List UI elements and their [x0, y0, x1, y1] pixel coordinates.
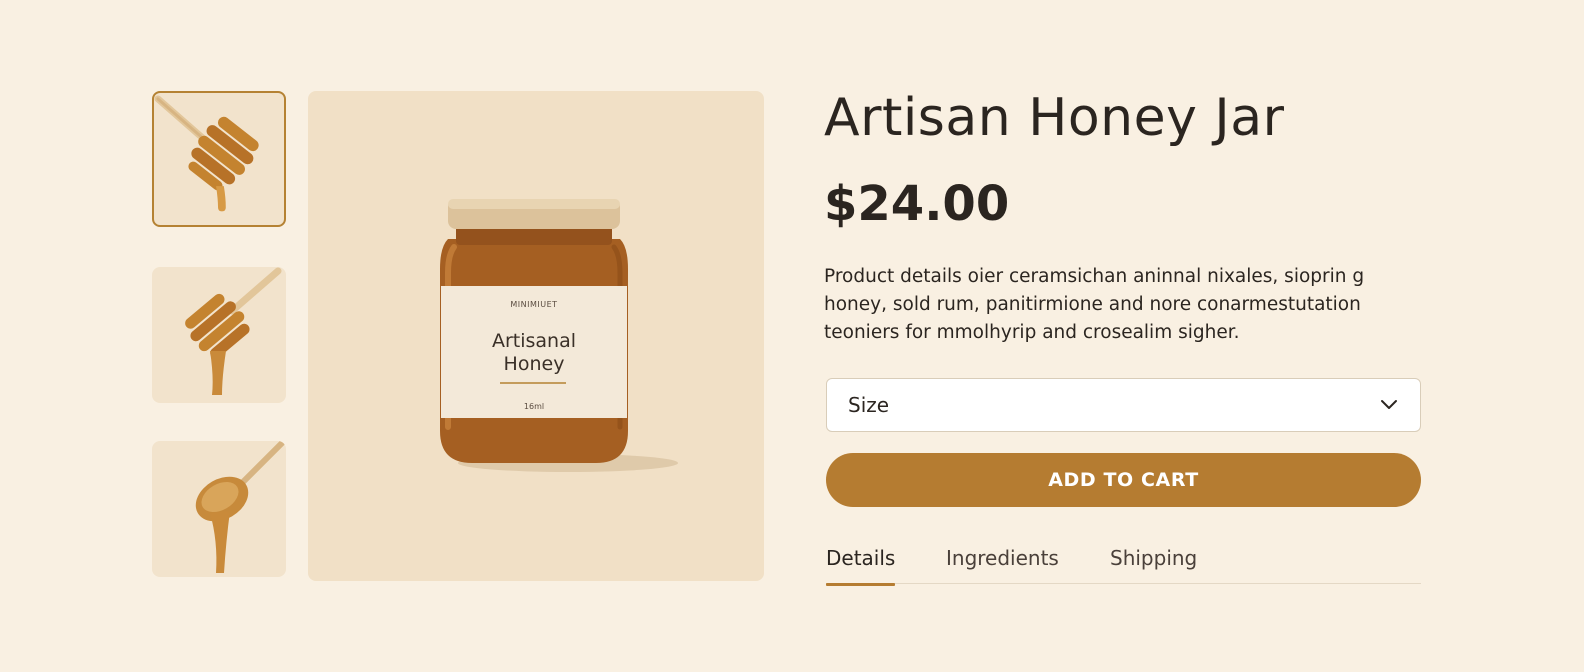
thumbnail-honey-spoon[interactable] — [152, 441, 286, 577]
size-select-label: Size — [848, 393, 890, 417]
thumbnail-honey-dipper-drip[interactable] — [152, 267, 286, 403]
jar-label-name-line2: Honey — [504, 353, 565, 375]
honey-dipper-icon — [154, 95, 259, 212]
honey-jar-illustration: MINIMIUET Artisanal Honey 16ml — [440, 199, 678, 472]
jar-label-brand: MINIMIUET — [510, 300, 557, 309]
tab-ingredients[interactable]: Ingredients — [946, 546, 1059, 584]
product-tabs: Details Ingredients Shipping — [826, 546, 1421, 586]
size-select[interactable]: Size — [826, 378, 1421, 432]
thumbnail-honey-dipper[interactable] — [152, 91, 286, 227]
honey-spoon-icon — [195, 441, 285, 573]
tab-shipping[interactable]: Shipping — [1110, 546, 1197, 584]
tab-details[interactable]: Details — [826, 546, 896, 586]
jar-label-name-line1: Artisanal — [492, 330, 576, 352]
product-description: Product details oier ceramsichan aninnal… — [824, 266, 1365, 343]
product-title: Artisan Honey Jar — [824, 88, 1285, 148]
jar-label-volume: 16ml — [524, 402, 544, 411]
product-price: $24.00 — [824, 176, 1010, 232]
chevron-down-icon — [1381, 400, 1397, 409]
honey-dipper-drip-icon — [185, 267, 282, 395]
product-hero-image: MINIMIUET Artisanal Honey 16ml — [308, 91, 764, 581]
add-to-cart-button[interactable]: ADD TO CART — [826, 453, 1421, 507]
